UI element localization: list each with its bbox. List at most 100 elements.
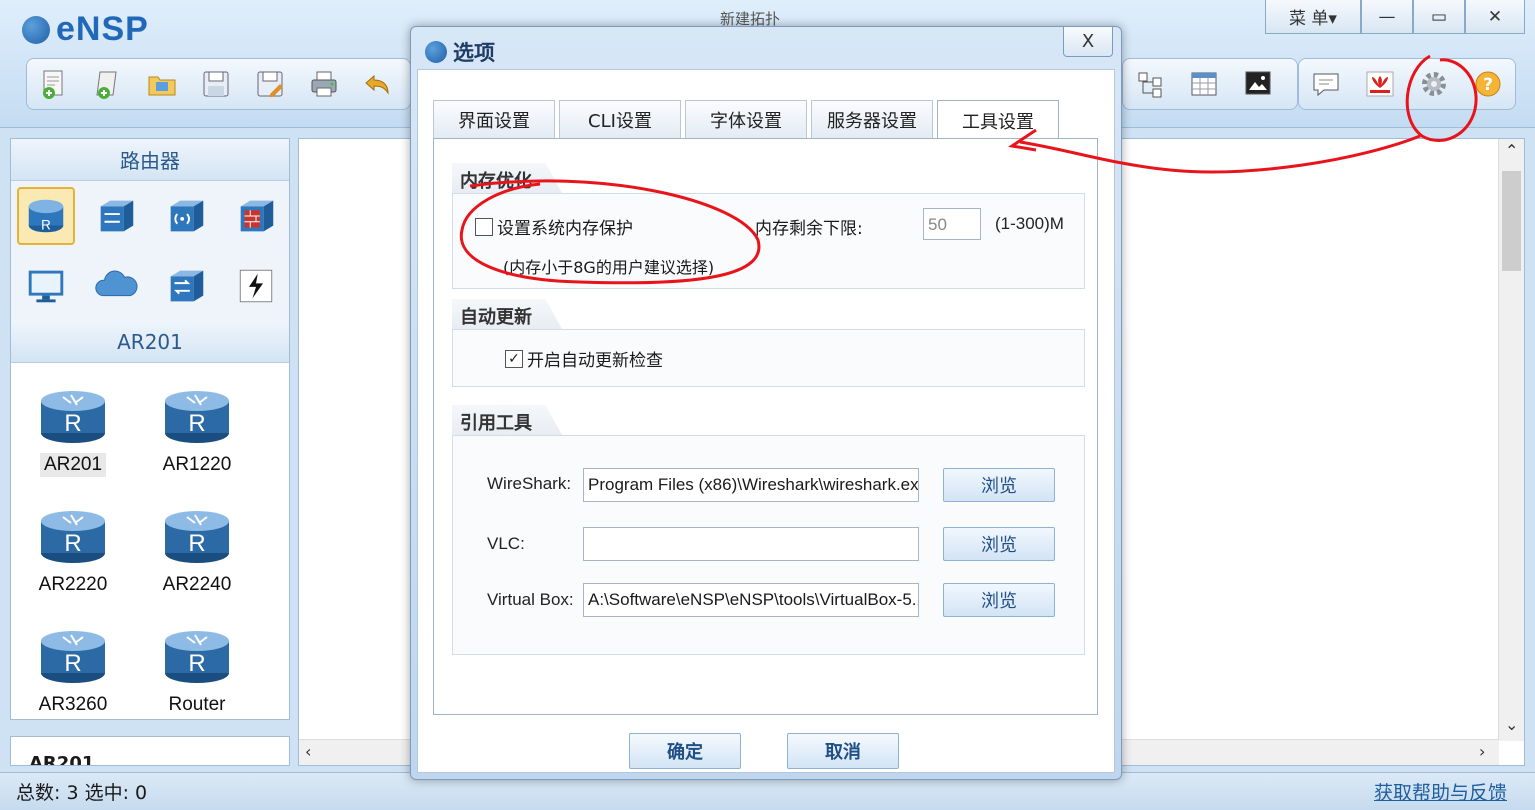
memory-protect-checkbox[interactable] bbox=[475, 217, 493, 236]
scroll-down-icon[interactable]: ⌄ bbox=[1505, 715, 1518, 734]
cancel-button[interactable]: 取消 bbox=[787, 733, 899, 769]
category-cloud[interactable] bbox=[81, 251, 151, 321]
device-item[interactable]: R AR201 bbox=[11, 371, 135, 491]
device-item[interactable]: R Router bbox=[135, 611, 259, 731]
capture-screen-icon[interactable] bbox=[1240, 66, 1276, 102]
subcategory-title: AR201 bbox=[11, 321, 289, 363]
cable-category-icon bbox=[227, 257, 285, 315]
device-label: AR3260 bbox=[38, 694, 108, 715]
tab-tool-settings[interactable]: 工具设置 bbox=[937, 100, 1059, 140]
device-item[interactable]: R AR2220 bbox=[11, 491, 135, 611]
update-group: 自动更新 ✓ 开启自动更新检查 bbox=[452, 299, 1085, 387]
chat-message-icon[interactable] bbox=[1308, 66, 1344, 102]
save-as-icon[interactable] bbox=[252, 66, 288, 102]
svg-text:R: R bbox=[41, 217, 51, 232]
tools-group-title: 引用工具 bbox=[452, 405, 562, 435]
update-group-box: ✓ 开启自动更新检查 bbox=[452, 329, 1085, 387]
app-name: eNSP bbox=[56, 10, 149, 48]
selection-summary: 总数: 3 选中: 0 bbox=[16, 782, 148, 804]
pc-category-icon bbox=[17, 257, 75, 315]
device-panel: 路由器 R AR201 R AR201 R AR1220 R AR2220 R … bbox=[10, 138, 290, 720]
router-icon: R bbox=[165, 511, 229, 563]
tab-cli-settings[interactable]: CLI设置 bbox=[559, 100, 681, 138]
save-icon[interactable] bbox=[198, 66, 234, 102]
category-switch[interactable] bbox=[81, 181, 151, 251]
cloud-category-icon bbox=[87, 257, 145, 315]
vertical-scroll-thumb[interactable] bbox=[1502, 171, 1521, 271]
svg-text:R: R bbox=[64, 530, 81, 557]
category-router[interactable]: R bbox=[11, 181, 81, 251]
topology-tree-icon[interactable] bbox=[1132, 66, 1168, 102]
scroll-up-icon[interactable]: ⌃ bbox=[1505, 141, 1518, 160]
window-controls: 菜 单▾ — ▭ ✕ bbox=[1265, 0, 1525, 34]
ensp-logo-icon bbox=[22, 15, 50, 44]
memory-limit-input[interactable]: 50 bbox=[923, 208, 981, 240]
memory-group: 内存优化 设置系统内存保护 (内存小于8G的用户建议选择) 内存剩余下限: 50… bbox=[452, 163, 1085, 289]
category-connection[interactable] bbox=[221, 251, 291, 321]
maximize-button[interactable]: ▭ bbox=[1413, 0, 1465, 34]
device-item[interactable]: R AR1220 bbox=[135, 371, 259, 491]
dialog-close-button[interactable]: X bbox=[1063, 27, 1113, 57]
tab-server-settings[interactable]: 服务器设置 bbox=[811, 100, 933, 138]
ensp-logo-icon bbox=[425, 41, 447, 63]
memory-group-box: 设置系统内存保护 (内存小于8G的用户建议选择) 内存剩余下限: 50 (1-3… bbox=[452, 193, 1085, 289]
memory-range: (1-300)M bbox=[995, 214, 1064, 233]
minimize-button[interactable]: — bbox=[1361, 0, 1413, 34]
close-window-button[interactable]: ✕ bbox=[1465, 0, 1525, 34]
device-label: AR201 bbox=[39, 453, 107, 477]
vlc-path-input[interactable] bbox=[583, 527, 919, 561]
vlc-browse-button[interactable]: 浏览 bbox=[943, 527, 1055, 561]
wireshark-path-input[interactable]: Program Files (x86)\Wireshark\wireshark.… bbox=[583, 468, 919, 502]
toolbar-view bbox=[1122, 58, 1298, 110]
router-icon: R bbox=[165, 631, 229, 683]
hub-category-icon bbox=[157, 257, 215, 315]
memory-protect-label: 设置系统内存保护 bbox=[497, 219, 633, 239]
svg-text:R: R bbox=[188, 410, 205, 437]
category-firewall[interactable] bbox=[221, 181, 291, 251]
device-label: AR2240 bbox=[162, 574, 232, 595]
menu-button[interactable]: 菜 单▾ bbox=[1265, 0, 1361, 34]
dialog-title: 选项 bbox=[453, 41, 495, 65]
vertical-scrollbar[interactable]: ⌃ ⌄ bbox=[1498, 139, 1524, 741]
open-folder-icon[interactable] bbox=[144, 66, 180, 102]
new-example-icon[interactable] bbox=[90, 66, 126, 102]
dialog-body: 界面设置 CLI设置 字体设置 服务器设置 工具设置 内存优化 设置系统内存保护… bbox=[417, 69, 1115, 773]
router-icon: R bbox=[41, 511, 105, 563]
memory-limit-label: 内存剩余下限: bbox=[755, 219, 863, 239]
huawei-logo-icon[interactable] bbox=[1362, 66, 1398, 102]
undo-icon[interactable] bbox=[360, 66, 396, 102]
tools-group-box: WireShark: Program Files (x86)\Wireshark… bbox=[452, 435, 1085, 655]
print-icon[interactable] bbox=[306, 66, 342, 102]
wireshark-browse-button[interactable]: 浏览 bbox=[943, 468, 1055, 502]
router-icon: R bbox=[165, 391, 229, 443]
new-topology-icon[interactable] bbox=[36, 66, 72, 102]
dialog-title-bar: 选项 bbox=[425, 37, 495, 67]
options-tabs: 界面设置 CLI设置 字体设置 服务器设置 工具设置 bbox=[433, 100, 1059, 140]
category-terminal[interactable] bbox=[11, 251, 81, 321]
app-logo: eNSP bbox=[22, 10, 149, 49]
router-icon: R bbox=[41, 391, 105, 443]
device-item[interactable]: R AR2240 bbox=[135, 491, 259, 611]
device-description-title: AR201 bbox=[29, 753, 95, 766]
scroll-right-icon[interactable]: › bbox=[1479, 742, 1485, 761]
device-item[interactable]: R AR3260 bbox=[11, 611, 135, 731]
ok-button[interactable]: 确定 bbox=[629, 733, 741, 769]
tab-font-settings[interactable]: 字体设置 bbox=[685, 100, 807, 138]
scroll-left-icon[interactable]: ‹ bbox=[305, 742, 311, 761]
switch-category-icon bbox=[87, 187, 145, 245]
virtualbox-label: Virtual Box: bbox=[487, 590, 574, 609]
grid-table-icon[interactable] bbox=[1186, 66, 1222, 102]
virtualbox-path-input[interactable]: A:\Software\eNSP\eNSP\tools\VirtualBox-5… bbox=[583, 583, 919, 617]
settings-gear-icon[interactable] bbox=[1416, 66, 1452, 102]
help-icon[interactable]: ? bbox=[1470, 66, 1506, 102]
auto-update-checkbox[interactable]: ✓ bbox=[505, 349, 523, 368]
device-label: Router bbox=[168, 694, 226, 715]
tools-group: 引用工具 WireShark: Program Files (x86)\Wire… bbox=[452, 405, 1085, 655]
tab-ui-settings[interactable]: 界面设置 bbox=[433, 100, 555, 138]
device-description-panel: AR201 bbox=[10, 736, 290, 766]
category-other[interactable] bbox=[151, 251, 221, 321]
category-wlan[interactable] bbox=[151, 181, 221, 251]
help-feedback-link[interactable]: 获取帮助与反馈 bbox=[1374, 778, 1507, 805]
virtualbox-browse-button[interactable]: 浏览 bbox=[943, 583, 1055, 617]
device-label: AR2220 bbox=[38, 574, 108, 595]
